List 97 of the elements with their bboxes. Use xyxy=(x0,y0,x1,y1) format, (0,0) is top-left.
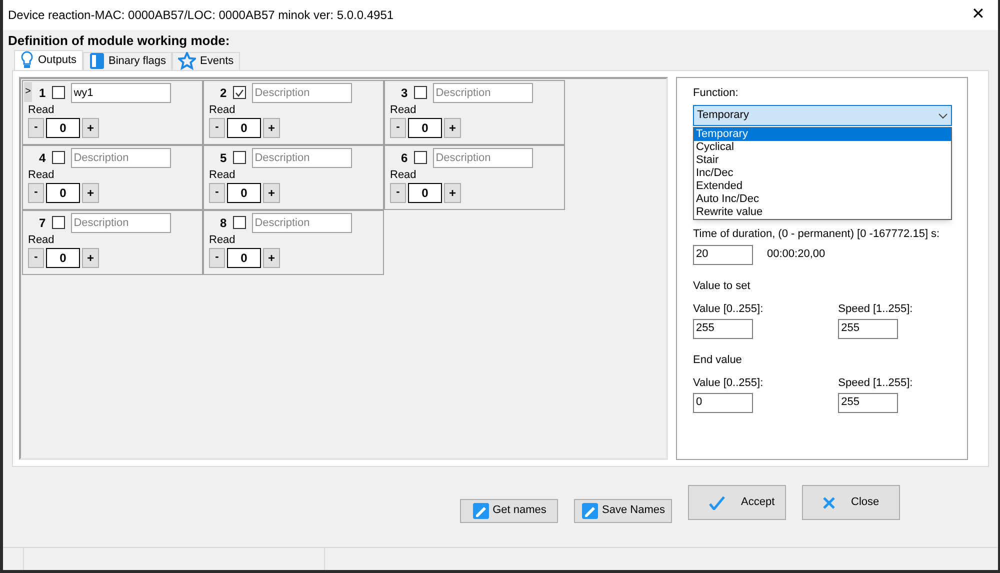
output-number: 3 xyxy=(401,84,408,102)
increment-button[interactable]: + xyxy=(263,182,280,202)
read-label: Read xyxy=(209,168,236,182)
increment-button[interactable]: + xyxy=(444,118,461,138)
value-field[interactable]: 0 xyxy=(227,182,261,202)
decrement-button[interactable]: - xyxy=(28,182,44,202)
description-field[interactable]: Description xyxy=(432,82,533,102)
duration-field[interactable]: 20 xyxy=(693,244,753,264)
speed-label: Speed [1..255]: xyxy=(838,302,913,317)
function-dropdown[interactable]: Temporary xyxy=(693,105,952,126)
description-field[interactable]: wy1 xyxy=(70,82,171,102)
dropdown-option[interactable]: Inc/Dec xyxy=(694,166,951,180)
checkbox[interactable] xyxy=(414,151,427,164)
read-label: Read xyxy=(390,168,418,182)
duration-readout: 00:00:20,00 xyxy=(767,247,826,262)
increment-button[interactable]: + xyxy=(82,182,99,202)
value-label: Value [0..255]: xyxy=(693,376,764,391)
save-names-button[interactable]: Save Names xyxy=(574,498,672,522)
checkbox[interactable] xyxy=(232,151,246,164)
output-number: 4 xyxy=(39,150,46,166)
dropdown-option[interactable]: Rewrite value xyxy=(694,206,951,218)
description-field[interactable]: Description xyxy=(432,148,533,168)
duration-label: Time of duration, (0 - permanent) [0 -167772.15] s: xyxy=(693,227,941,242)
increment-button[interactable]: + xyxy=(82,118,99,138)
description-field[interactable]: Description xyxy=(70,212,171,232)
edit-icon xyxy=(472,502,490,520)
checkbox[interactable] xyxy=(232,216,246,229)
value-input[interactable]: 0 xyxy=(693,392,753,412)
row-pointer-button[interactable]: > xyxy=(24,82,32,102)
checkbox[interactable] xyxy=(52,151,65,164)
value-field[interactable]: 0 xyxy=(46,118,80,138)
decrement-button[interactable]: - xyxy=(390,118,406,138)
decrement-button[interactable]: - xyxy=(209,248,225,268)
close-dialog-button[interactable]: Close xyxy=(802,485,900,520)
decrement-button[interactable]: - xyxy=(209,182,225,202)
description-field[interactable]: Description xyxy=(252,212,352,232)
function-label: Function: xyxy=(693,86,740,100)
star-icon xyxy=(178,52,196,70)
read-label: Read xyxy=(28,168,56,182)
output-number: 5 xyxy=(220,150,227,166)
value-field[interactable]: 0 xyxy=(408,118,442,138)
decrement-button[interactable]: - xyxy=(390,182,406,202)
output-number: 7 xyxy=(39,214,46,232)
checkbox[interactable] xyxy=(232,86,246,99)
read-label: Read xyxy=(209,234,236,246)
speed-input[interactable]: 255 xyxy=(838,392,898,412)
output-number: 8 xyxy=(220,214,227,232)
accept-button[interactable]: Accept xyxy=(688,485,786,520)
description-field[interactable]: Description xyxy=(70,148,171,168)
description-field[interactable]: Description xyxy=(252,148,352,168)
value-field[interactable]: 0 xyxy=(46,248,80,268)
get-names-button[interactable]: Get names xyxy=(460,498,558,522)
decrement-button[interactable]: - xyxy=(28,248,44,268)
speed-label: Speed [1..255]: xyxy=(838,376,913,391)
tab[interactable]: Events xyxy=(172,52,240,70)
dropdown-option[interactable]: Auto Inc/Dec xyxy=(694,192,951,206)
close-icon xyxy=(823,496,835,508)
tab[interactable]: Outputs xyxy=(14,50,83,70)
checkbox[interactable] xyxy=(414,86,427,99)
decrement-button[interactable]: - xyxy=(28,118,44,138)
decrement-button[interactable]: - xyxy=(209,118,225,138)
increment-button[interactable]: + xyxy=(82,248,99,268)
check-icon xyxy=(234,88,244,96)
dropdown-option[interactable]: Temporary xyxy=(694,128,951,140)
checkbox[interactable] xyxy=(52,86,65,99)
value-input[interactable]: 255 xyxy=(693,318,753,338)
output-number: 1 xyxy=(39,84,46,102)
section-heading: Definition of module working mode: xyxy=(8,33,230,48)
chevron-down-icon xyxy=(938,112,948,118)
read-label: Read xyxy=(390,104,418,116)
edit-icon xyxy=(581,502,599,520)
window-title: Device reaction-MAC: 0000AB57/LOC: 0000AB57 minok ver: 5.0.0.4951 xyxy=(8,7,394,24)
dropdown-option[interactable]: Stair xyxy=(694,154,951,166)
tab[interactable]: Binary flags xyxy=(82,52,172,70)
value-field[interactable]: 0 xyxy=(227,248,261,268)
group-title: Value to set xyxy=(693,278,752,294)
value-field[interactable]: 0 xyxy=(46,182,80,202)
value-field[interactable]: 0 xyxy=(227,118,261,138)
value-field[interactable]: 0 xyxy=(408,182,442,202)
read-label: Read xyxy=(28,234,56,246)
increment-button[interactable]: + xyxy=(263,118,280,138)
output-number: 2 xyxy=(220,84,227,102)
read-label: Read xyxy=(209,104,236,116)
value-label: Value [0..255]: xyxy=(693,302,764,317)
checkmark-icon xyxy=(709,496,725,510)
close-button[interactable]: ✕ xyxy=(958,0,998,30)
output-number: 6 xyxy=(401,150,408,166)
dropdown-option[interactable]: Extended xyxy=(694,180,951,192)
increment-button[interactable]: + xyxy=(444,182,461,202)
dropdown-option[interactable]: Cyclical xyxy=(694,140,951,154)
read-label: Read xyxy=(28,104,56,116)
increment-button[interactable]: + xyxy=(263,248,280,268)
group-title: End value xyxy=(693,352,743,368)
checkbox[interactable] xyxy=(52,216,65,229)
speed-input[interactable]: 255 xyxy=(838,318,898,338)
lightbulb-icon xyxy=(20,51,34,69)
description-field[interactable]: Description xyxy=(252,82,352,102)
